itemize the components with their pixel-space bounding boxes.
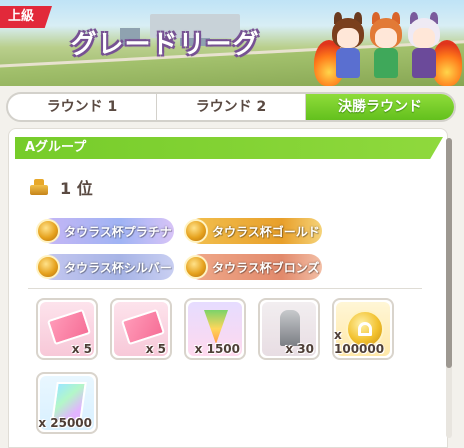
reward-quantity: x 100000 — [334, 328, 385, 356]
group-header: Aグループ — [15, 137, 443, 159]
title-badge-label: タウラス杯ブロンズ — [212, 260, 320, 275]
title-badge-label: タウラス杯シルバー — [64, 260, 172, 275]
medal-icon — [184, 219, 208, 243]
trophy-icon — [280, 310, 300, 346]
header-banner: 上級 グレードリーグ — [0, 0, 464, 86]
rank-row: 1 位 — [28, 176, 93, 198]
reward-quantity: x 1500 — [194, 342, 240, 356]
title-badge-label: タウラス杯ゴールド — [212, 224, 320, 239]
reward-item-crystal[interactable]: x 25000 — [36, 372, 98, 434]
tab-round-2[interactable]: ラウンド 2 — [157, 94, 306, 120]
tab-final-round[interactable]: 決勝ラウンド — [306, 94, 454, 120]
title-badge-bronze: タウラス杯ブロンズ — [184, 254, 322, 280]
medal-icon — [184, 255, 208, 279]
reward-quantity: x 25000 — [38, 416, 92, 430]
rank-label: 1 位 — [60, 179, 93, 198]
scrollbar-thumb[interactable] — [446, 138, 452, 368]
reward-item-ticket[interactable]: x 5 — [36, 298, 98, 360]
reward-quantity: x 30 — [285, 342, 314, 356]
reward-item-carrot[interactable]: x 1500 — [184, 298, 246, 360]
round-tabs: ラウンド 1 ラウンド 2 決勝ラウンド — [6, 92, 456, 122]
character-illustration — [314, 0, 464, 86]
reward-quantity: x 5 — [145, 342, 166, 356]
reward-item-ticket[interactable]: x 5 — [110, 298, 172, 360]
reward-item-coin[interactable]: x 100000 — [332, 298, 394, 360]
rank-trophy-icon — [28, 177, 50, 197]
reward-quantity: x 5 — [71, 342, 92, 356]
title-badge-platinum: タウラス杯プラチナ — [36, 218, 174, 244]
title-badge-silver: タウラス杯シルバー — [36, 254, 174, 280]
page-title: グレードリーグ — [70, 30, 260, 60]
title-badge-gold: タウラス杯ゴールド — [184, 218, 322, 244]
tab-round-1[interactable]: ラウンド 1 — [8, 94, 157, 120]
medal-icon — [36, 219, 60, 243]
reward-item-trophy[interactable]: x 30 — [258, 298, 320, 360]
medal-icon — [36, 255, 60, 279]
divider — [28, 288, 422, 289]
title-badge-label: タウラス杯プラチナ — [64, 224, 172, 239]
